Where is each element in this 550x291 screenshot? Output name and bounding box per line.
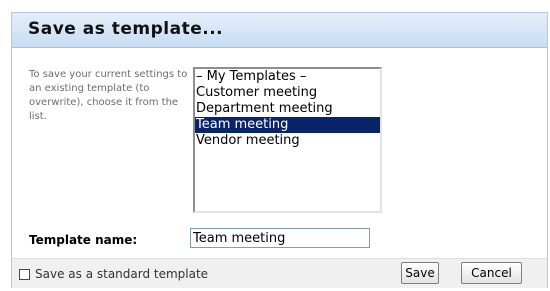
template-list-item[interactable]: – My Templates – — [195, 69, 380, 85]
standard-template-checkbox[interactable] — [19, 268, 30, 280]
template-name-label: Template name: — [29, 233, 138, 247]
dialog-title: Save as template... — [28, 19, 224, 39]
template-listbox[interactable]: – My Templates – Customer meeting Depart… — [193, 67, 382, 213]
template-list-item[interactable]: Vendor meeting — [195, 133, 380, 149]
standard-template-option[interactable]: Save as a standard template — [19, 267, 208, 281]
cancel-button[interactable]: Cancel — [461, 262, 522, 284]
dialog-title-bar: Save as template... — [12, 13, 547, 48]
standard-template-label: Save as a standard template — [35, 267, 209, 281]
save-template-dialog: Save as template... To save your current… — [11, 12, 548, 288]
template-list-item[interactable]: Team meeting — [195, 117, 380, 133]
save-button[interactable]: Save — [401, 262, 439, 284]
dialog-footer: Save as a standard template Save Cancel — [12, 258, 547, 288]
template-name-input[interactable] — [190, 228, 370, 248]
instructions-text: To save your current settings to an exis… — [29, 69, 188, 122]
template-list: – My Templates – Customer meeting Depart… — [195, 69, 380, 149]
template-list-item[interactable]: Customer meeting — [195, 85, 380, 101]
template-list-item[interactable]: Department meeting — [195, 101, 380, 117]
